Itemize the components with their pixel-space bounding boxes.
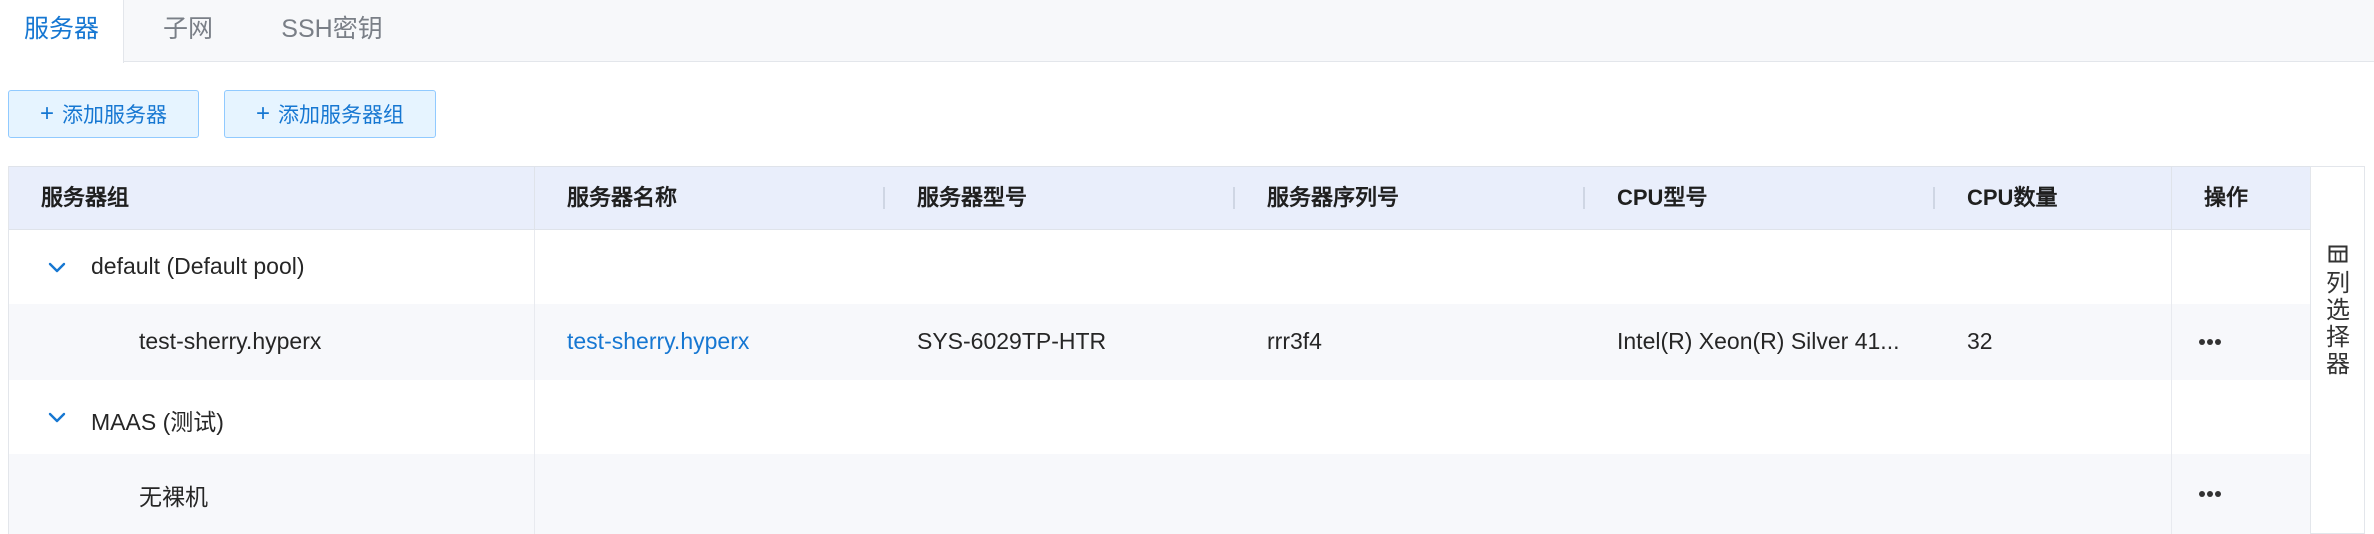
add-server-group-button[interactable]: + 添加服务器组 bbox=[224, 90, 436, 138]
columns-icon bbox=[2328, 245, 2348, 263]
column-resize-handle[interactable] bbox=[883, 187, 885, 209]
add-server-label: 添加服务器 bbox=[62, 104, 167, 127]
more-actions-icon[interactable] bbox=[2198, 338, 2222, 346]
column-resize-handle[interactable] bbox=[1233, 187, 1235, 209]
tab-subnets[interactable]: 子网 bbox=[124, 0, 252, 62]
tab-servers[interactable]: 服务器 bbox=[0, 0, 124, 63]
group-row-default: default (Default pool) bbox=[9, 230, 2311, 304]
column-header-actions: 操作 bbox=[2204, 185, 2249, 210]
group-row-maas: MAAS (测试) bbox=[9, 380, 2311, 454]
column-chooser-label: 列选择器 bbox=[2326, 270, 2350, 378]
column-divider bbox=[534, 167, 535, 231]
plus-icon: + bbox=[255, 100, 270, 127]
add-server-button[interactable]: + 添加服务器 bbox=[8, 90, 199, 138]
group-name: default (Default pool) bbox=[91, 253, 305, 279]
column-header-model: 服务器型号 bbox=[917, 185, 1028, 210]
add-server-group-label: 添加服务器组 bbox=[278, 104, 404, 127]
table-row: test-sherry.hyperx test-sherry.hyperx SY… bbox=[9, 304, 2311, 380]
chevron-down-icon[interactable] bbox=[47, 408, 67, 428]
tab-ssh-keys[interactable]: SSH密钥 bbox=[252, 0, 412, 62]
table-row: 无裸机 bbox=[9, 454, 2311, 534]
column-header-cpu-model: CPU型号 bbox=[1617, 185, 1708, 210]
server-group-cell: test-sherry.hyperx bbox=[139, 328, 322, 354]
tab-bar: 服务器 子网 SSH密钥 bbox=[0, 0, 2374, 63]
more-actions-icon[interactable] bbox=[2198, 490, 2222, 498]
server-cpu-model: Intel(R) Xeon(R) Silver 41... bbox=[1617, 328, 1900, 354]
server-serial: rrr3f4 bbox=[1267, 328, 1322, 354]
server-model: SYS-6029TP-HTR bbox=[917, 328, 1107, 354]
column-resize-handle[interactable] bbox=[1933, 187, 1935, 209]
column-divider bbox=[534, 230, 535, 534]
plus-icon: + bbox=[39, 100, 54, 127]
column-header-server-name: 服务器名称 bbox=[567, 185, 678, 210]
column-chooser-toggle[interactable]: 列选择器 bbox=[2310, 166, 2365, 534]
column-divider bbox=[2171, 167, 2172, 231]
column-header-serial: 服务器序列号 bbox=[1267, 185, 1400, 210]
table-header: 服务器组 服务器名称 服务器型号 服务器序列号 CPU型号 CPU数量 操作 bbox=[9, 166, 2311, 231]
server-name-link[interactable]: test-sherry.hyperx bbox=[567, 328, 749, 355]
column-resize-handle[interactable] bbox=[1583, 187, 1585, 209]
server-cpu-count: 32 bbox=[1967, 328, 1993, 354]
column-divider bbox=[2171, 230, 2172, 534]
servers-table: 服务器组 服务器名称 服务器型号 服务器序列号 CPU型号 CPU数量 操作 d… bbox=[8, 166, 2311, 534]
no-bare-metal-cell: 无裸机 bbox=[139, 484, 208, 510]
chevron-down-icon[interactable] bbox=[47, 258, 67, 278]
column-header-group: 服务器组 bbox=[41, 185, 130, 210]
group-name: MAAS (测试) bbox=[91, 409, 224, 435]
column-header-cpu-count: CPU数量 bbox=[1967, 185, 2058, 210]
